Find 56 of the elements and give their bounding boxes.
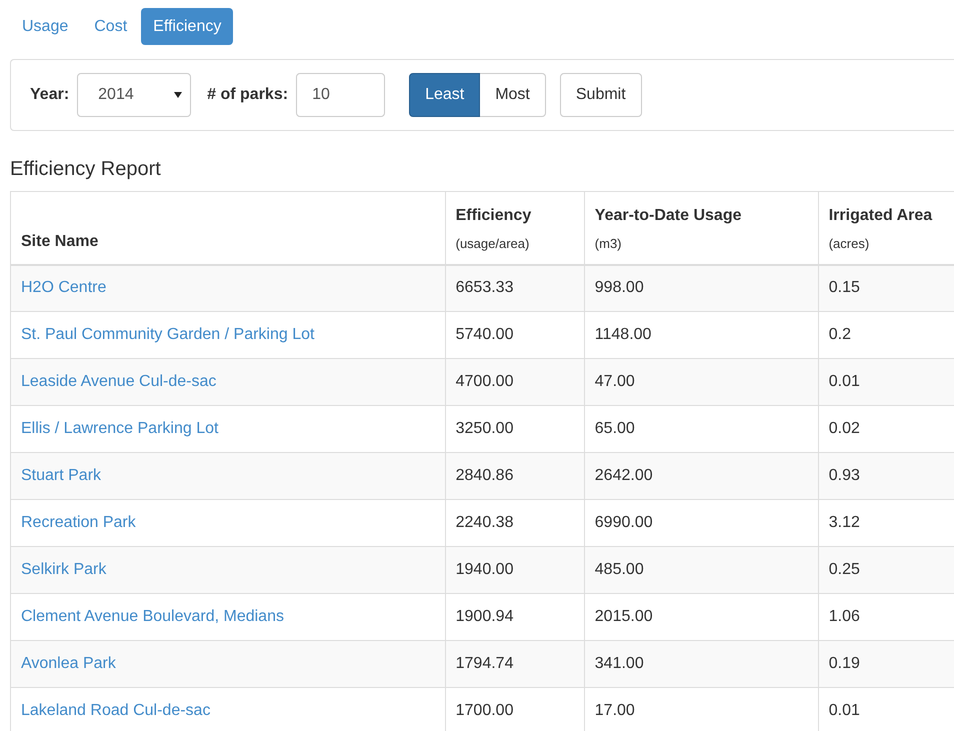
nav-tab[interactable]: Efficiency: [141, 8, 234, 45]
parks-label: # of parks:: [207, 85, 288, 105]
table-cell: 3250.00: [456, 420, 514, 437]
table-cell: 2840.86: [456, 467, 514, 484]
site-link[interactable]: Leaside Avenue Cul-de-sac: [21, 373, 216, 390]
table-cell: 0.2: [828, 326, 851, 343]
table-cell: 0.25: [828, 561, 860, 578]
submit-button[interactable]: Submit: [560, 73, 642, 117]
table-cell: 0.93: [828, 467, 860, 484]
table-cell: 5740.00: [456, 326, 514, 343]
table-cell: 0.01: [828, 373, 860, 390]
report-title: Efficiency Report: [10, 157, 162, 181]
table-cell: 1148.00: [594, 326, 652, 343]
table-cell: 4700.00: [456, 373, 514, 390]
table-cell: 0.02: [828, 420, 860, 437]
table-cell: 1.06: [828, 608, 860, 625]
table-cell: 485.00: [594, 561, 644, 578]
year-select[interactable]: 2014: [77, 73, 192, 117]
table-cell: 0.19: [828, 655, 860, 672]
site-link[interactable]: Lakeland Road Cul-de-sac: [21, 702, 210, 719]
table-cell: 3.12: [828, 514, 860, 531]
site-link[interactable]: Avonlea Park: [21, 655, 116, 672]
table-cell: 47.00: [594, 373, 635, 390]
table-cell: 0.01: [828, 702, 860, 719]
site-link[interactable]: H2O Centre: [21, 279, 106, 296]
table-cell: 2642.00: [594, 467, 653, 484]
column-unit: (m3): [594, 235, 622, 253]
year-label: Year:: [30, 85, 70, 105]
table-cell: 2015.00: [594, 608, 653, 625]
column-header: Efficiency: [456, 207, 532, 224]
table-cell: 6990.00: [594, 514, 653, 531]
nav-tab[interactable]: Usage: [10, 8, 80, 45]
table-cell: 17.00: [594, 702, 635, 719]
caret-icon: [174, 92, 182, 98]
table-cell: 6653.33: [456, 279, 514, 296]
table-cell: 0.15: [828, 279, 860, 296]
column-header: Year-to-Date Usage: [594, 207, 742, 224]
table-cell: 1900.94: [456, 608, 514, 625]
table-cell: 1700.00: [456, 702, 514, 719]
order-toggle[interactable]: Most: [480, 73, 546, 117]
parks-field[interactable]: 10: [296, 73, 386, 117]
table-cell: 998.00: [594, 279, 644, 296]
nav-tab[interactable]: Cost: [82, 8, 140, 45]
site-link[interactable]: Recreation Park: [21, 514, 136, 531]
column-unit: (usage/area): [456, 235, 530, 253]
table-cell: 2240.38: [456, 514, 514, 531]
order-toggle[interactable]: Least: [409, 73, 480, 117]
site-link[interactable]: Stuart Park: [21, 467, 102, 484]
table-cell: 341.00: [594, 655, 644, 672]
column-unit: (acres): [828, 235, 870, 253]
site-link[interactable]: Ellis / Lawrence Parking Lot: [21, 420, 218, 437]
table-cell: 1794.74: [456, 655, 514, 672]
table-cell: 1940.00: [456, 561, 514, 578]
column-header: Irrigated Area: [828, 207, 932, 224]
table-cell: 65.00: [594, 420, 635, 437]
site-link[interactable]: Selkirk Park: [21, 561, 106, 578]
